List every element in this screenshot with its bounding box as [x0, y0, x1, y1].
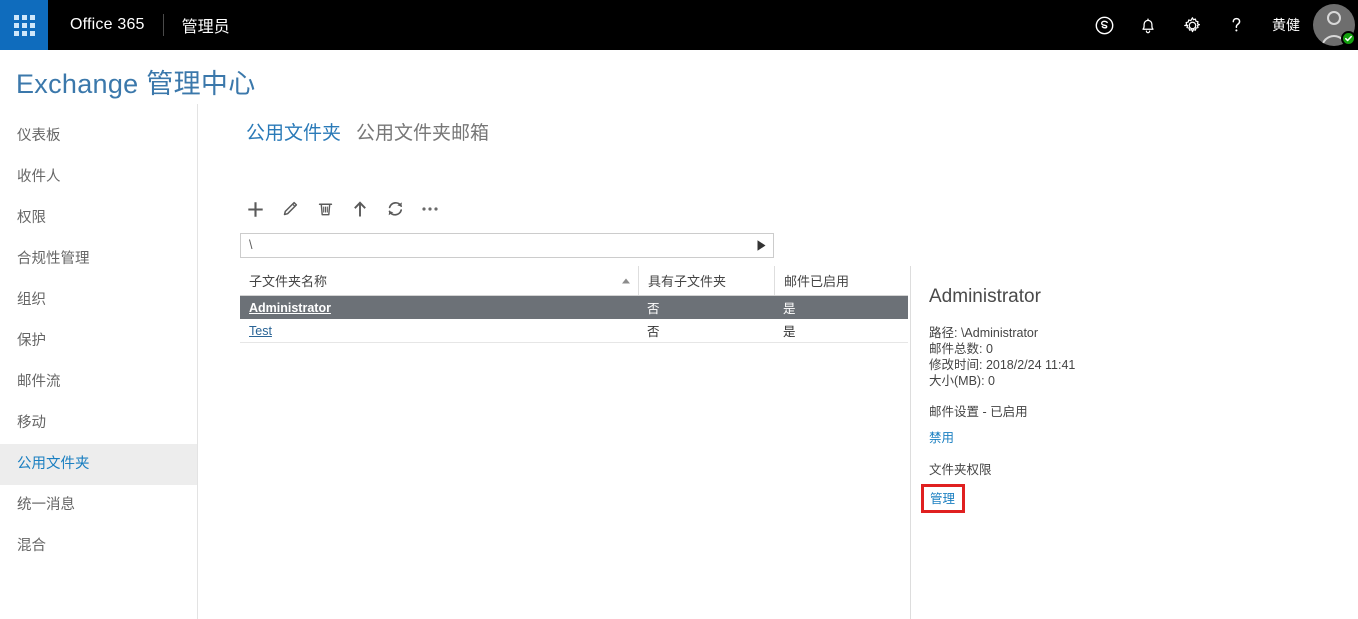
column-header-has-subfolders-label: 具有子文件夹 [648, 274, 727, 289]
column-header-mail-enabled-label: 邮件已启用 [784, 274, 850, 289]
details-size: 大小(MB): 0 [929, 374, 995, 388]
column-header-subfolder-name[interactable]: 子文件夹名称 [240, 266, 638, 295]
details-folder-permission-group: 文件夹权限 管理 [921, 462, 1358, 513]
waffle-grid-icon [13, 14, 35, 36]
details-path: 路径: \Administrator [929, 326, 1039, 340]
more-ellipsis-icon[interactable] [417, 196, 443, 222]
skype-icon[interactable] [1082, 0, 1126, 50]
avatar[interactable] [1310, 0, 1358, 50]
column-header-has-subfolders[interactable]: 具有子文件夹 [638, 266, 774, 295]
column-header-mail-enabled[interactable]: 邮件已启用 [774, 266, 907, 295]
cell-mail-enabled: 是 [783, 325, 796, 339]
sidebar-item-public-folders[interactable]: 公用文件夹 [0, 444, 197, 485]
grid-header-row: 子文件夹名称 具有子文件夹 邮件已启用 [240, 266, 908, 296]
column-header-subfolder-name-label: 子文件夹名称 [249, 274, 328, 289]
sidebar-item-protection[interactable]: 保护 [0, 321, 197, 362]
details-total-items: 邮件总数: 0 [929, 342, 993, 356]
cell-has-subfolders: 否 [647, 325, 660, 339]
sidebar-item-dashboard[interactable]: 仪表板 [0, 116, 197, 157]
public-folder-grid: 子文件夹名称 具有子文件夹 邮件已启用 Administrator 否 是 Te… [240, 266, 908, 343]
sidebar-item-recipients[interactable]: 收件人 [0, 157, 197, 198]
details-mail-settings-label: 邮件设置 - 已启用 [929, 405, 1028, 419]
play-triangle-icon[interactable] [749, 234, 773, 257]
folder-path-bar[interactable]: \ [240, 233, 774, 258]
tab-public-folders[interactable]: 公用文件夹 [246, 118, 341, 145]
office365-brand[interactable]: Office 365 [48, 16, 163, 34]
details-pane: Administrator 路径: \Administrator 邮件总数: 0… [910, 266, 1358, 619]
notifications-bell-icon[interactable] [1126, 0, 1170, 50]
toolbar [242, 196, 443, 222]
cell-has-subfolders: 否 [647, 302, 660, 316]
cell-mail-enabled: 是 [783, 302, 796, 316]
sort-ascending-icon [622, 278, 630, 283]
sidebar-item-permissions[interactable]: 权限 [0, 198, 197, 239]
main-content: 公用文件夹 公用文件夹邮箱 \ 子文件夹名称 具有子文件夹 邮件已启用 Admi… [198, 50, 1358, 619]
details-modified: 修改时间: 2018/2/24 11:41 [929, 358, 1076, 372]
sidebar-item-mail-flow[interactable]: 邮件流 [0, 362, 197, 403]
folder-name-link[interactable]: Test [249, 324, 272, 338]
cell-folder-name: Test [240, 319, 638, 342]
sidebar: 仪表板 收件人 权限 合规性管理 组织 保护 邮件流 移动 公用文件夹 统一消息… [0, 104, 198, 619]
cell-folder-name: Administrator [240, 296, 638, 319]
refresh-icon[interactable] [382, 196, 408, 222]
edit-pencil-icon[interactable] [277, 196, 303, 222]
delete-trash-icon[interactable] [312, 196, 338, 222]
table-row[interactable]: Administrator 否 是 [240, 296, 908, 319]
move-up-arrow-icon[interactable] [347, 196, 373, 222]
sidebar-item-unified-messaging[interactable]: 统一消息 [0, 485, 197, 526]
manage-permission-highlight: 管理 [921, 484, 966, 513]
sidebar-item-hybrid[interactable]: 混合 [0, 526, 197, 567]
presence-available-icon [1341, 31, 1356, 46]
help-question-icon[interactable] [1214, 0, 1258, 50]
table-row[interactable]: Test 否 是 [240, 319, 908, 342]
details-title: Administrator [929, 286, 1041, 307]
disable-mail-link[interactable]: 禁用 [929, 427, 954, 446]
settings-gear-icon[interactable] [1170, 0, 1214, 50]
manage-permission-link[interactable]: 管理 [930, 488, 955, 507]
folder-path-input[interactable]: \ [241, 234, 749, 257]
app-launcher-button[interactable] [0, 0, 48, 50]
tab-strip: 公用文件夹 公用文件夹邮箱 [246, 118, 489, 145]
sidebar-item-mobile[interactable]: 移动 [0, 403, 197, 444]
tab-public-folder-mailboxes[interactable]: 公用文件夹邮箱 [356, 118, 489, 145]
sidebar-item-organization[interactable]: 组织 [0, 280, 197, 321]
app-name-admin[interactable]: 管理员 [164, 13, 248, 37]
details-mail-settings-group: 邮件设置 - 已启用 禁用 [929, 404, 1358, 447]
grid-body: Administrator 否 是 Test 否 是 [240, 296, 908, 343]
details-folder-permission-label: 文件夹权限 [929, 463, 992, 477]
user-name-label[interactable]: 黄健 [1258, 15, 1310, 35]
add-icon[interactable] [242, 196, 268, 222]
sidebar-item-compliance[interactable]: 合规性管理 [0, 239, 197, 280]
suite-bar: Office 365 管理员 黄健 [0, 0, 1358, 50]
folder-name-link[interactable]: Administrator [249, 301, 331, 315]
